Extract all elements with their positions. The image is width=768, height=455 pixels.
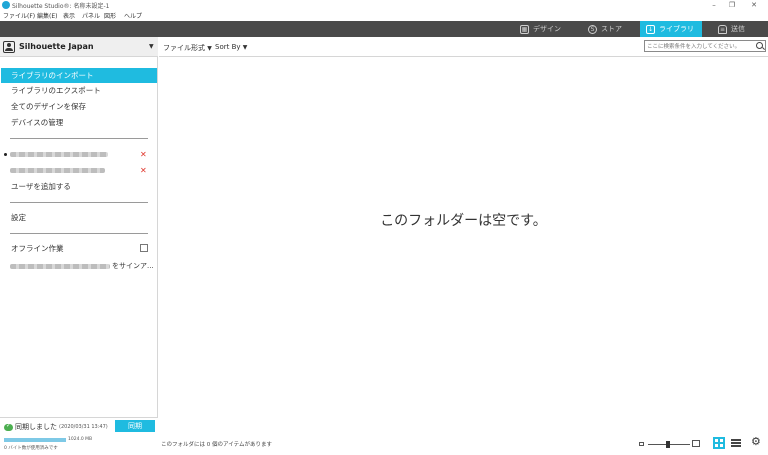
tab-send[interactable]: ≡ 送信 <box>712 21 768 37</box>
account-name: Silhouette Japan <box>19 42 94 51</box>
menu-help[interactable]: ヘルプ <box>124 11 142 20</box>
close-window-button[interactable]: ✕ <box>748 1 760 9</box>
status-bar: このフォルダには 0 個のアイテムがあります ⚙ <box>159 432 768 455</box>
chevron-down-icon: ▼ <box>207 45 212 52</box>
design-icon: ▦ <box>520 24 529 34</box>
menu-view[interactable]: 表示 <box>63 11 75 20</box>
sync-timestamp: (2020/03/31 13:47) <box>59 424 108 430</box>
title-bar: Silhouette Studio®: 名称未設定-1 – ❐ ✕ <box>0 0 768 11</box>
sort-by-label: Sort By <box>215 43 241 51</box>
sync-status: 同期しました (2020/03/31 13:47) <box>4 422 108 432</box>
small-thumbnail-icon <box>639 442 644 446</box>
account-email-redacted <box>10 168 105 173</box>
store-icon: S <box>588 24 597 34</box>
manage-devices-item[interactable]: デバイスの管理 <box>1 115 157 130</box>
minimize-button[interactable]: – <box>708 1 720 9</box>
menu-shapes[interactable]: 図形 <box>104 11 116 20</box>
sync-button[interactable]: 同期 <box>115 420 155 432</box>
menu-panels[interactable]: パネル <box>82 11 100 20</box>
sync-status-label: 同期しました <box>15 423 57 431</box>
user-icon <box>3 41 15 53</box>
search-input[interactable] <box>647 42 751 51</box>
sync-area: 同期しました (2020/03/31 13:47) 同期 1024.0 MB 0… <box>0 417 158 455</box>
cloud-check-icon <box>4 422 13 431</box>
storage-bar-fill <box>4 438 66 442</box>
import-library-item[interactable]: ライブラリのインポート <box>1 68 157 83</box>
library-sidebar: Silhouette Japan ▼ ライブラリのインポート ライブラリのエクス… <box>0 37 158 455</box>
sort-by-dropdown[interactable]: Sort By ▼ <box>215 43 247 51</box>
library-toolbar: ファイル形式 ▼ Sort By ▼ <box>159 37 768 57</box>
tab-design[interactable]: ▦ デザイン <box>514 21 580 37</box>
gear-icon[interactable]: ⚙ <box>751 436 761 448</box>
chevron-down-icon: ▼ <box>242 44 248 51</box>
list-view-button[interactable] <box>731 438 741 448</box>
slider-handle[interactable] <box>666 441 670 448</box>
tab-library-label: ライブラリ <box>659 25 694 33</box>
storage-bar <box>4 438 66 442</box>
remove-account-icon[interactable]: ✕ <box>140 151 147 159</box>
account-email-redacted <box>10 152 108 157</box>
offline-work-checkbox[interactable] <box>140 244 148 252</box>
empty-folder-message: このフォルダーは空です。 <box>380 213 547 229</box>
save-all-designs-item[interactable]: 全てのデザインを保存 <box>1 99 157 114</box>
chevron-down-icon[interactable]: ▼ <box>149 43 154 50</box>
top-nav: ▦ デザイン S ストア ↓ ライブラリ ≡ 送信 <box>0 21 768 37</box>
sign-in-link[interactable]: をサインア... <box>112 261 154 271</box>
storage-capacity: 1024.0 MB <box>68 437 93 442</box>
account-selector[interactable]: Silhouette Japan ▼ <box>0 37 158 57</box>
settings-item[interactable]: 設定 <box>1 210 157 225</box>
menu-edit[interactable]: 編集(E) <box>37 11 57 20</box>
tab-store[interactable]: S ストア <box>582 21 638 37</box>
send-icon: ≡ <box>718 24 727 34</box>
silhouette-app-icon <box>2 1 10 9</box>
export-library-item[interactable]: ライブラリのエクスポート <box>1 83 157 98</box>
window-title: Silhouette Studio®: 名称未設定-1 <box>12 3 110 10</box>
add-user-item[interactable]: ユーザを追加する <box>1 179 157 194</box>
divider <box>10 233 148 234</box>
storage-used-text: 0 バイト数が使用済みです <box>4 446 58 451</box>
thumbnail-size-slider[interactable] <box>648 441 690 448</box>
tab-send-label: 送信 <box>731 25 745 33</box>
search-box <box>644 40 766 52</box>
maximize-button[interactable]: ❐ <box>726 1 738 9</box>
file-type-dropdown[interactable]: ファイル形式 ▼ <box>163 43 212 53</box>
grid-view-button[interactable] <box>713 437 725 449</box>
offline-work-label: オフライン作業 <box>11 244 64 253</box>
divider <box>10 138 148 139</box>
tab-design-label: デザイン <box>533 25 561 33</box>
active-account-dot <box>4 153 7 156</box>
item-count-text: このフォルダには 0 個のアイテムがあります <box>161 442 272 448</box>
menu-file[interactable]: ファイル(F) <box>3 11 35 20</box>
tab-store-label: ストア <box>601 25 622 33</box>
large-thumbnail-icon <box>692 440 700 447</box>
file-type-label: ファイル形式 <box>163 44 205 52</box>
remove-account-icon[interactable]: ✕ <box>140 167 147 175</box>
search-icon[interactable] <box>756 42 763 49</box>
library-icon: ↓ <box>646 24 655 34</box>
tab-library[interactable]: ↓ ライブラリ <box>640 21 702 37</box>
account-email-redacted <box>10 264 110 269</box>
divider <box>10 202 148 203</box>
